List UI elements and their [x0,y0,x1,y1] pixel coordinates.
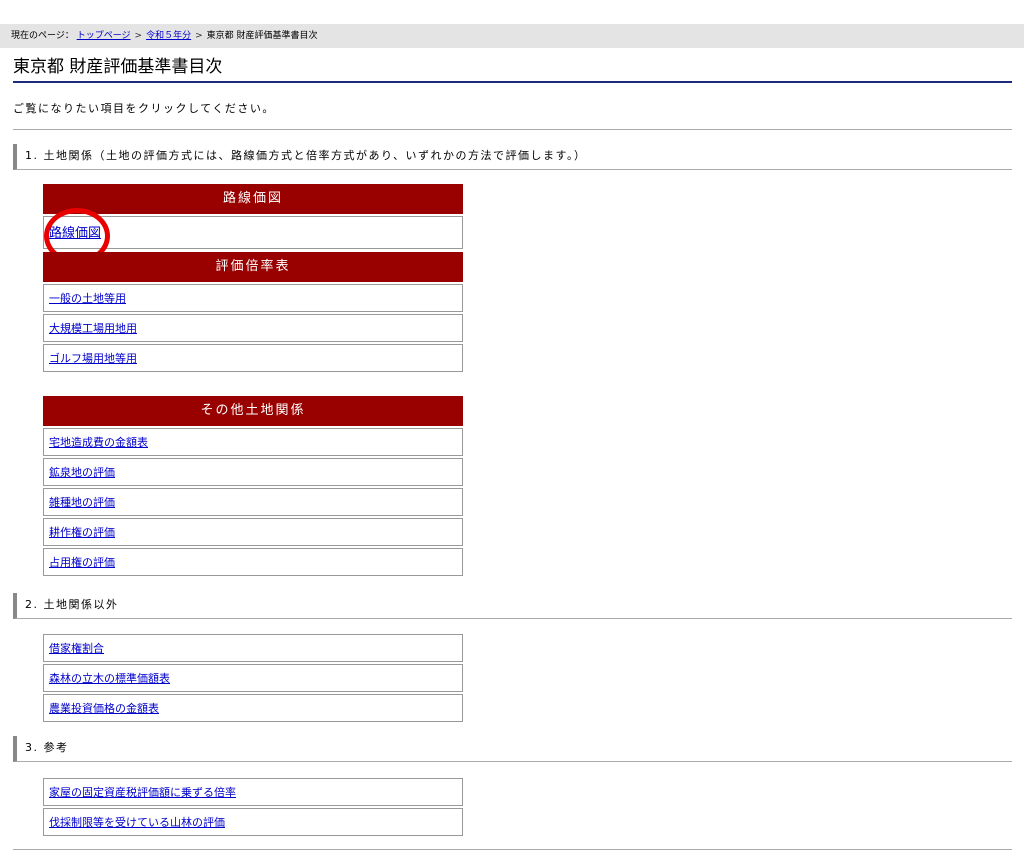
section-heading-non-land: 2. 土地関係以外 [13,593,1012,619]
bairitsu-table: 評価倍率表 一般の土地等用 大規模工場用地用 ゴルフ場用地等用 [43,252,463,372]
other-land-header: その他土地関係 [43,396,463,426]
bairitsu-header: 評価倍率表 [43,252,463,282]
breadcrumb-link-year[interactable]: 令和５年分 [146,31,191,41]
breadcrumb-separator-icon: > [134,31,143,41]
bairitsu-link-factory[interactable]: 大規模工場用地用 [49,322,137,335]
rosenka-header: 路線価図 [43,184,463,214]
reference-link-0[interactable]: 家屋の固定資産税評価額に乗ずる倍率 [49,786,236,799]
non-land-link-0[interactable]: 借家権割合 [49,642,104,655]
other-land-table: その他土地関係 宅地造成費の金額表 鉱泉地の評価 雑種地の評価 耕作権の評価 占… [43,396,463,576]
list-item: 耕作権の評価 [43,518,463,546]
section-heading-land: 1. 土地関係（土地の評価方式には、路線価方式と倍率方式があり、いずれかの方法で… [13,144,1012,170]
list-item: 借家権割合 [43,634,463,662]
list-item: 大規模工場用地用 [43,314,463,342]
rosenka-table: 路線価図 路線価図 [43,184,463,249]
other-land-link-3[interactable]: 耕作権の評価 [49,526,115,539]
reference-table: 家屋の固定資産税評価額に乗ずる倍率 伐採制限等を受けている山林の評価 [43,776,463,836]
list-item: ゴルフ場用地等用 [43,344,463,372]
list-item: 鉱泉地の評価 [43,458,463,486]
bairitsu-link-general[interactable]: 一般の土地等用 [49,292,126,305]
non-land-table: 借家権割合 森林の立木の標準価額表 農業投資価格の金額表 [43,632,463,722]
list-item: 宅地造成費の金額表 [43,428,463,456]
breadcrumb-separator-icon: > [195,31,203,41]
list-item: 森林の立木の標準価額表 [43,664,463,692]
breadcrumb-link-top[interactable]: トップページ [77,31,131,41]
other-land-link-4[interactable]: 占用権の評価 [49,556,115,569]
non-land-link-2[interactable]: 農業投資価格の金額表 [49,702,159,715]
list-item: 家屋の固定資産税評価額に乗ずる倍率 [43,778,463,806]
list-item: 一般の土地等用 [43,284,463,312]
breadcrumb-current: 東京都 財産評価基準書目次 [206,31,318,41]
rosenka-cell: 路線価図 [43,216,463,249]
bairitsu-link-golf[interactable]: ゴルフ場用地等用 [49,352,137,365]
reference-link-1[interactable]: 伐採制限等を受けている山林の評価 [49,816,225,829]
list-item: 農業投資価格の金額表 [43,694,463,722]
breadcrumb: 現在のページ： トップページ > 令和５年分 > 東京都 財産評価基準書目次 [0,24,1024,48]
list-item: 占用権の評価 [43,548,463,576]
other-land-link-0[interactable]: 宅地造成費の金額表 [49,436,148,449]
divider [13,129,1012,130]
breadcrumb-label: 現在のページ： [11,31,74,41]
section-heading-reference: 3. 参考 [13,736,1012,762]
intro-text: ご覧になりたい項目をクリックしてください。 [13,102,275,115]
other-land-link-2[interactable]: 雑種地の評価 [49,496,115,509]
list-item: 雑種地の評価 [43,488,463,516]
divider [13,849,1012,850]
list-item: 伐採制限等を受けている山林の評価 [43,808,463,836]
non-land-link-1[interactable]: 森林の立木の標準価額表 [49,672,170,685]
rosenka-link[interactable]: 路線価図 [49,226,101,241]
page-title: 東京都 財産評価基準書目次 [13,56,1012,83]
other-land-link-1[interactable]: 鉱泉地の評価 [49,466,115,479]
